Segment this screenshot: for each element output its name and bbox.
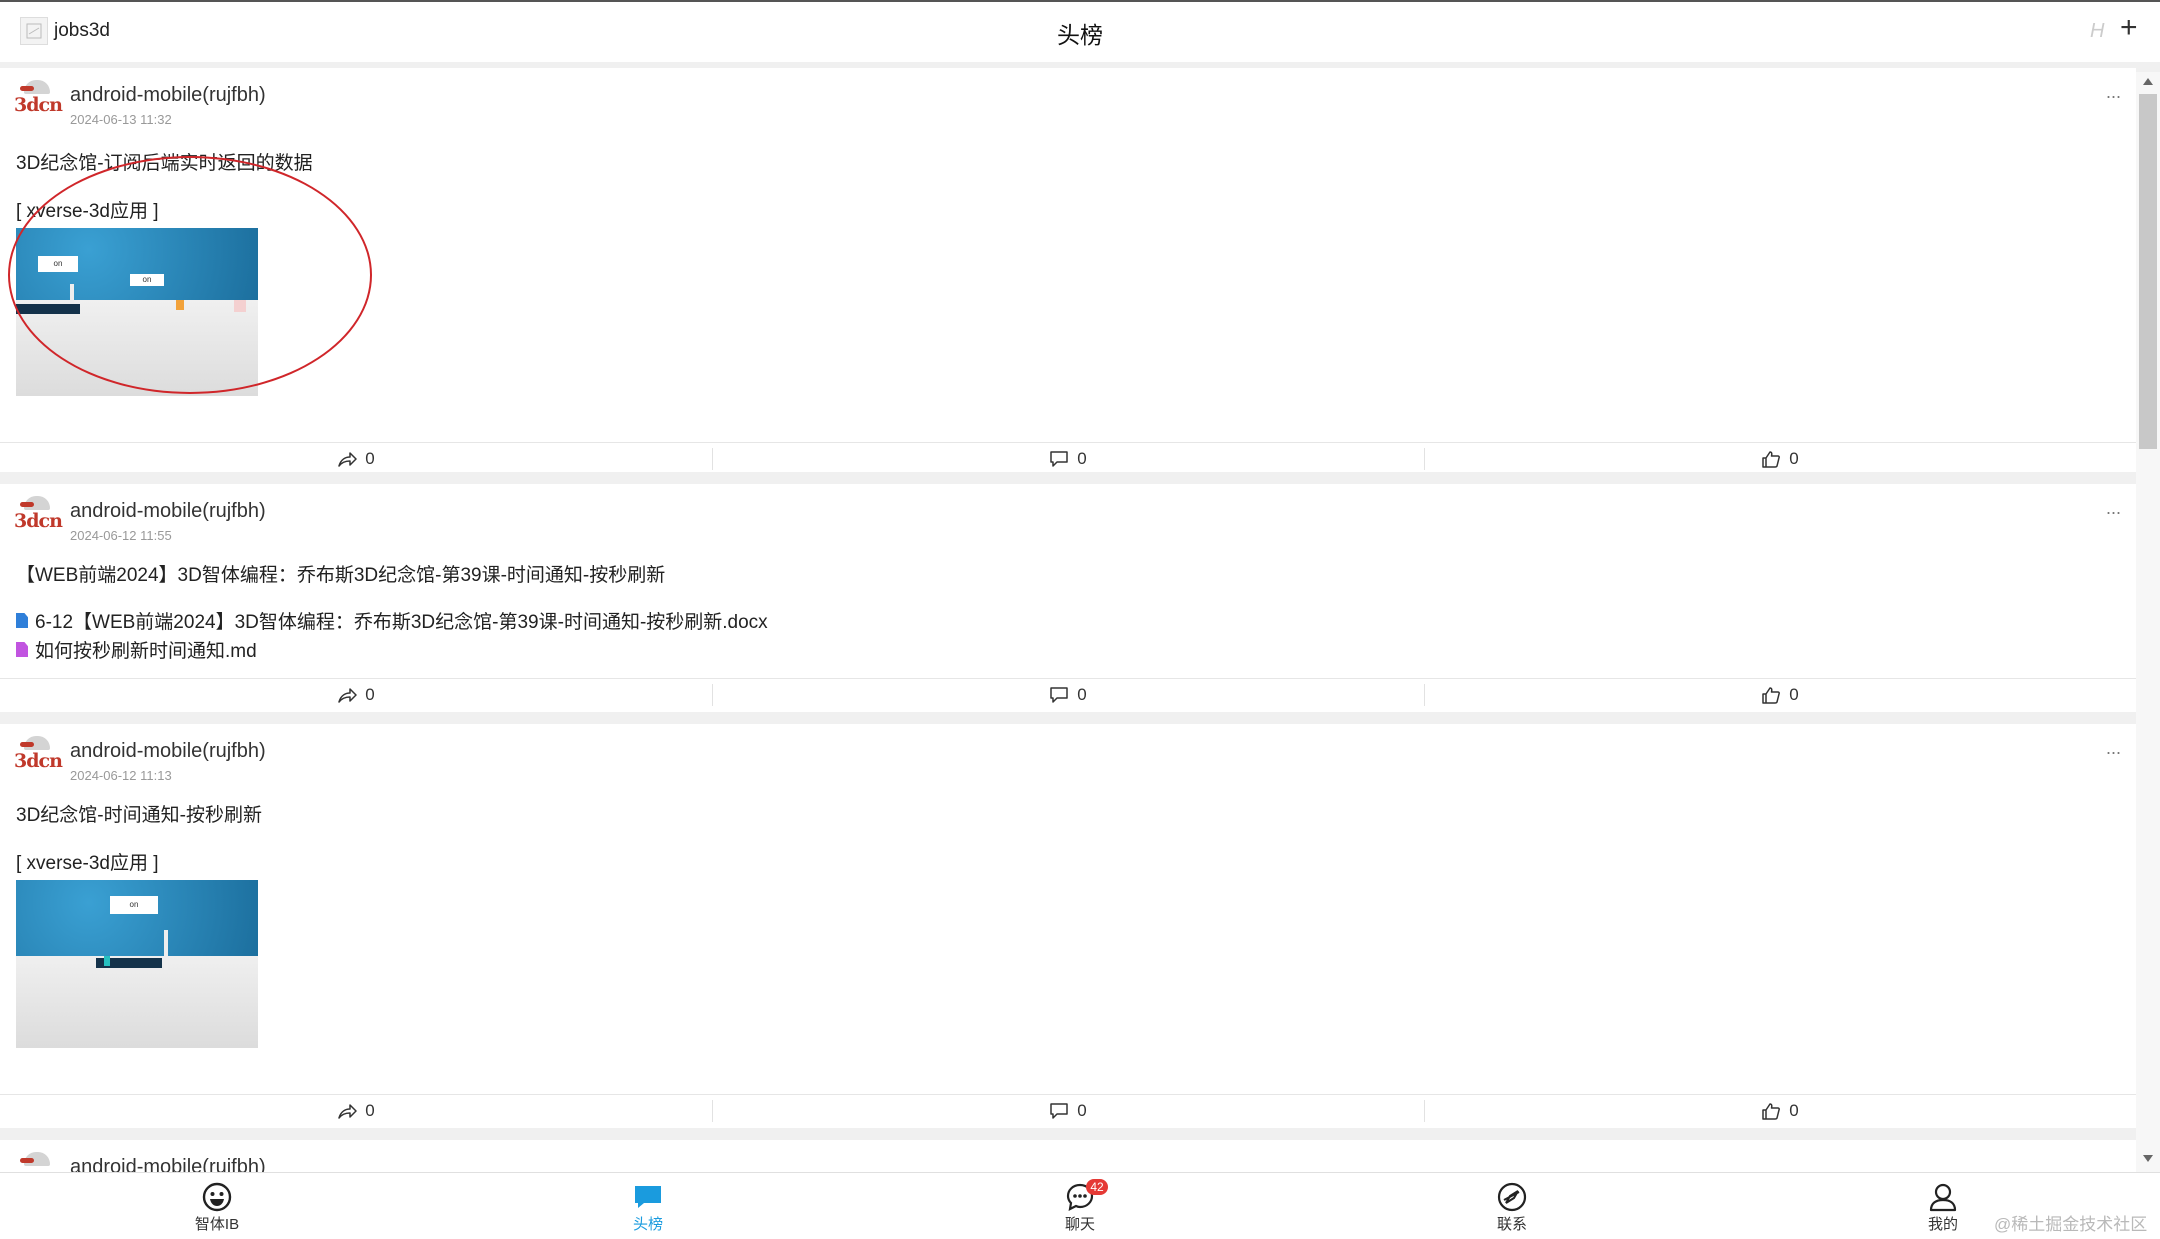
post-time: 2024-06-13 11:32	[70, 112, 172, 127]
like-button[interactable]: 0	[1424, 443, 2136, 475]
share-count: 0	[365, 1101, 375, 1120]
more-icon[interactable]: ...	[2106, 738, 2121, 759]
share-count: 0	[365, 449, 375, 468]
comment-count: 0	[1077, 1101, 1087, 1120]
nav-label: 聊天	[1064, 1216, 1095, 1233]
comment-count: 0	[1077, 685, 1087, 704]
comment-count: 0	[1077, 449, 1087, 468]
nav-item-chat[interactable]: 42 聊天	[1020, 1179, 1140, 1234]
comment-button[interactable]: 0	[712, 1095, 1424, 1127]
share-button[interactable]: 0	[0, 679, 712, 711]
attachment-md[interactable]: 如何按秒刷新时间通知.md	[16, 636, 257, 663]
more-icon[interactable]: ...	[2106, 1158, 2121, 1172]
like-button[interactable]: 0	[1424, 679, 2136, 711]
document-icon	[16, 642, 28, 657]
comment-button[interactable]: 0	[712, 443, 1424, 475]
post-time: 2024-06-12 11:55	[70, 528, 172, 543]
post-card: android-mobile(rujfbh) ...	[0, 1140, 2136, 1172]
add-icon[interactable]: +	[2120, 12, 2138, 44]
share-button[interactable]: 0	[0, 1095, 712, 1127]
comment-icon	[1050, 687, 1069, 703]
scrollbar[interactable]	[2136, 72, 2160, 1172]
post-card: 3dcn android-mobile(rujfbh) 2024-06-12 1…	[0, 484, 2136, 712]
nav-label: 头榜	[632, 1216, 663, 1233]
post-author[interactable]: android-mobile(rujfbh)	[70, 84, 266, 107]
document-icon	[16, 613, 28, 628]
smiley-icon	[202, 1182, 232, 1212]
more-icon[interactable]: ...	[2106, 82, 2121, 103]
post-actions: 0 0 0	[0, 678, 2136, 711]
post-author[interactable]: android-mobile(rujfbh)	[70, 1156, 266, 1172]
feed[interactable]: 3dcn android-mobile(rujfbh) 2024-06-13 1…	[0, 62, 2136, 1172]
share-icon	[338, 688, 358, 703]
nav-item-toubang[interactable]: 头榜	[588, 1181, 708, 1234]
annotation-circle	[8, 156, 372, 394]
comment-icon	[1050, 1103, 1069, 1119]
scroll-up-arrow[interactable]	[2143, 78, 2153, 85]
more-icon[interactable]: ...	[2106, 498, 2121, 519]
like-count: 0	[1789, 1101, 1799, 1120]
post-author[interactable]: android-mobile(rujfbh)	[70, 740, 266, 763]
post-actions: 0 0 0	[0, 1094, 2136, 1127]
person-icon	[1929, 1183, 1957, 1212]
nav-item-profile[interactable]: 我的	[1883, 1181, 2003, 1234]
share-button[interactable]: 0	[0, 443, 712, 475]
nav-label: 我的	[1927, 1216, 1958, 1233]
app-tag[interactable]: [ xverse-3d应用 ]	[16, 848, 159, 875]
post-card: 3dcn android-mobile(rujfbh) 2024-06-12 1…	[0, 724, 2136, 1128]
nav-item-contacts[interactable]: 联系	[1452, 1181, 1572, 1234]
like-count: 0	[1789, 449, 1799, 468]
author-avatar[interactable]: 3dcn	[14, 736, 63, 776]
nav-label: 智体IB	[194, 1216, 240, 1233]
share-icon	[338, 1104, 358, 1119]
comment-button[interactable]: 0	[712, 679, 1424, 711]
author-avatar[interactable]: 3dcn	[14, 80, 63, 120]
like-count: 0	[1789, 685, 1799, 704]
scrollbar-thumb[interactable]	[2139, 94, 2157, 449]
author-avatar[interactable]: 3dcn	[14, 496, 63, 536]
like-button[interactable]: 0	[1424, 1095, 2136, 1127]
post-actions: 0 0 0	[0, 442, 2136, 475]
bottom-nav: 智体IB 头榜 42 聊天 联系 我的	[0, 1172, 2160, 1239]
compass-icon	[1497, 1182, 1527, 1212]
thumbs-up-icon	[1762, 687, 1781, 704]
post-thumbnail[interactable]: on	[16, 880, 258, 1048]
post-text: 【WEB前端2024】3D智体编程：乔布斯3D纪念馆-第39课-时间通知-按秒刷…	[16, 565, 666, 586]
thumbs-up-icon	[1762, 1103, 1781, 1120]
comment-icon	[1050, 451, 1069, 467]
h-icon[interactable]: H	[2090, 20, 2104, 43]
post-card: 3dcn android-mobile(rujfbh) 2024-06-13 1…	[0, 68, 2136, 472]
share-count: 0	[365, 685, 375, 704]
watermark: @稀土掘金技术社区	[1994, 1215, 2148, 1234]
page-title: 头榜	[1057, 22, 1103, 48]
post-text: 3D纪念馆-时间通知-按秒刷新	[16, 805, 262, 826]
post-time: 2024-06-12 11:13	[70, 768, 172, 783]
nav-label: 联系	[1496, 1216, 1527, 1233]
top-bar: jobs3d 头榜 H +	[0, 0, 2160, 62]
share-icon	[338, 452, 358, 467]
nav-item-zhiti[interactable]: 智体IB	[157, 1181, 277, 1234]
scroll-down-arrow[interactable]	[2143, 1155, 2153, 1162]
author-avatar[interactable]	[14, 1152, 62, 1172]
thumbs-up-icon	[1762, 451, 1781, 468]
post-author[interactable]: android-mobile(rujfbh)	[70, 500, 266, 523]
unread-badge: 42	[1086, 1179, 1108, 1195]
chat-bubble-icon	[635, 1186, 661, 1208]
attachment-docx[interactable]: 6-12【WEB前端2024】3D智体编程：乔布斯3D纪念馆-第39课-时间通知…	[16, 607, 768, 634]
